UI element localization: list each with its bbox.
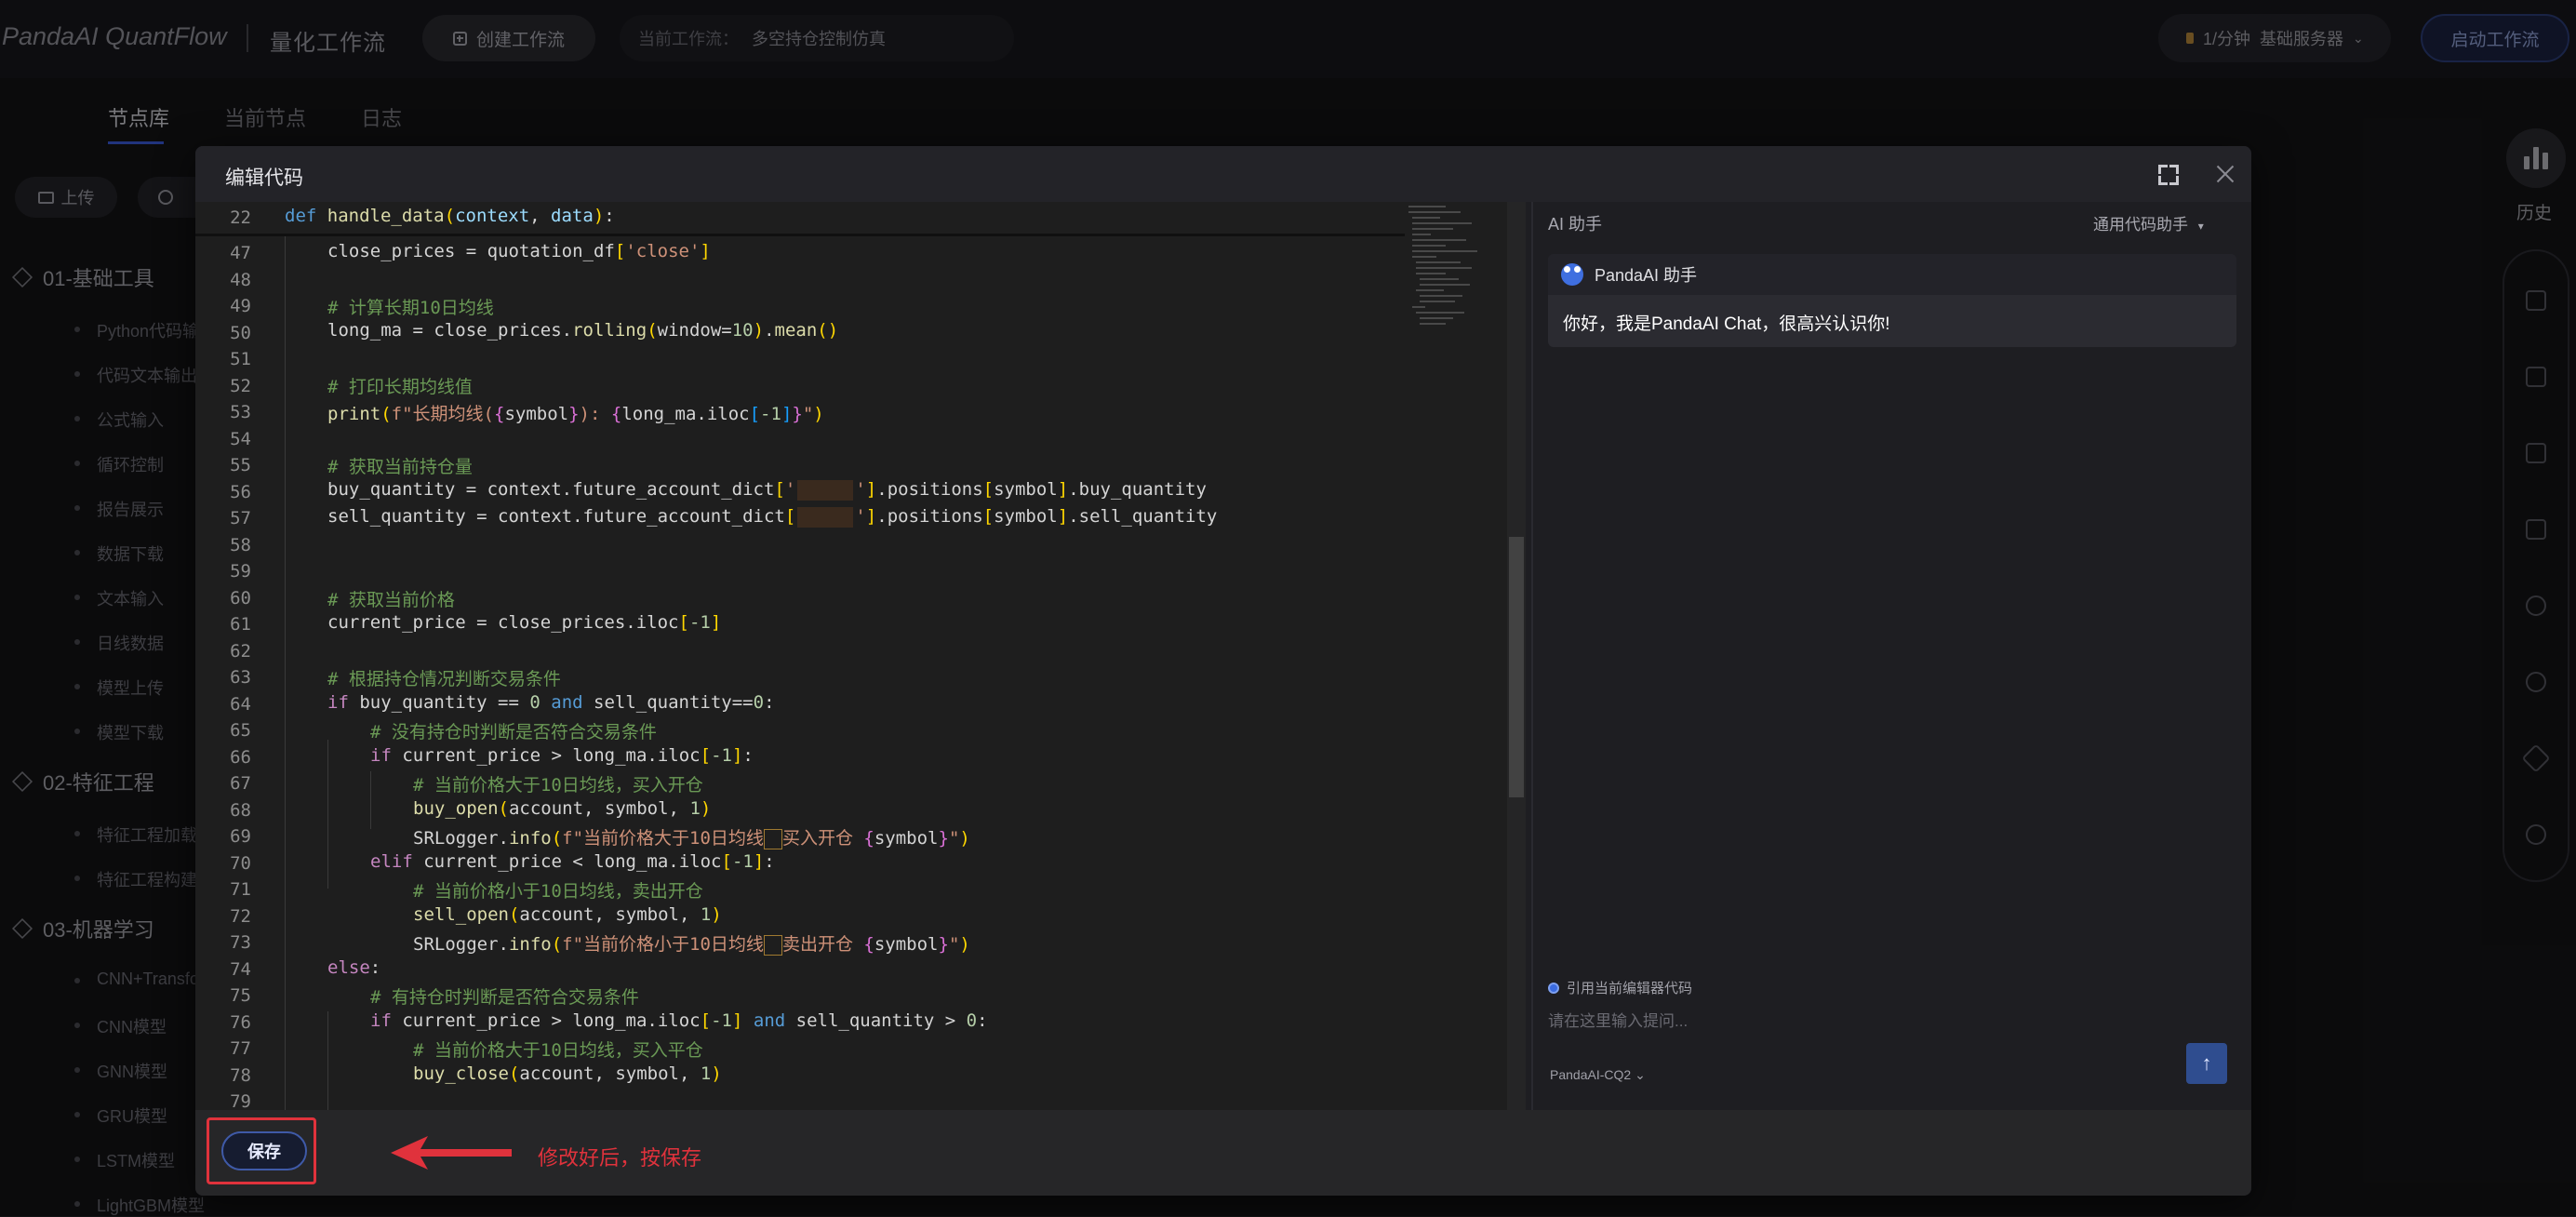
code-line: long_ma = close_prices.rolling(window=10… — [327, 320, 839, 341]
line-number: 22 — [230, 207, 251, 228]
cite-editor-code-label: 引用当前编辑器代码 — [1567, 981, 1693, 996]
ai-panel-title: AI 助手 — [1548, 215, 1603, 234]
line-number: 75 — [230, 985, 251, 1006]
code-line: else: — [327, 957, 381, 978]
code-line: # 当前价格小于10日均线，卖出开仓 — [413, 881, 703, 902]
chevron-down-icon: ⌄ — [1635, 1067, 1646, 1082]
code-line: # 根据持仓情况判断交易条件 — [327, 669, 561, 689]
line-number: 62 — [230, 640, 251, 662]
editor-scrollbar-thumb[interactable] — [1509, 537, 1524, 797]
code-line: # 没有持仓时判断是否符合交易条件 — [370, 722, 657, 742]
code-line: print(f"长期均线({symbol}): {long_ma.iloc[-1… — [327, 404, 824, 424]
code-minimap[interactable] — [1405, 202, 1479, 332]
line-number: 60 — [230, 587, 251, 608]
line-number: 51 — [230, 349, 251, 369]
modal-footer: 保存 修改好后，按保存 — [195, 1110, 2251, 1196]
code-line: buy_quantity = context.future_account_di… — [327, 479, 1207, 501]
line-number: 76 — [230, 1011, 251, 1033]
line-number: 55 — [230, 455, 251, 475]
code-line: buy_close(account, symbol, 1) — [413, 1063, 722, 1084]
panel-divider — [1531, 202, 1533, 1110]
line-number: 48 — [230, 269, 251, 290]
line-number: 72 — [230, 905, 251, 927]
code-line: sell_quantity = context.future_account_d… — [327, 506, 1218, 528]
code-line: if current_price > long_ma.iloc[-1] and … — [370, 1010, 988, 1031]
line-number: 63 — [230, 667, 251, 688]
line-number: 78 — [230, 1064, 251, 1086]
ai-assistant-panel: AI 助手 通用代码助手 ▾ PandaAI 助手 你好，我是PandaAI C… — [1535, 202, 2251, 1110]
line-number: 57 — [230, 508, 251, 528]
code-line: SRLogger.info(f"当前价格小于10日均线 卖出开仓 {symbol}… — [413, 934, 970, 956]
code-editor[interactable]: 22 def handle_data(context, data): 47 48 4… — [195, 202, 1526, 1110]
line-number: 74 — [230, 958, 251, 980]
assistant-mode-select[interactable]: 通用代码助手 ▾ — [2093, 211, 2204, 234]
line-number: 70 — [230, 852, 251, 874]
assistant-mode-value: 通用代码助手 — [2093, 216, 2188, 234]
arrow-left-icon — [391, 1136, 512, 1170]
code-line: sell_open(account, symbol, 1) — [413, 904, 722, 925]
chat-message-header: PandaAI 助手 — [1548, 254, 2236, 295]
code-line: if current_price > long_ma.iloc[-1]: — [370, 745, 754, 766]
code-line: def handle_data(context, data): — [285, 206, 615, 226]
model-select[interactable]: PandaAI-CQ2 ⌄ — [1550, 1067, 1646, 1083]
line-number: 47 — [230, 243, 251, 263]
code-line: close_prices = quotation_df['close'] — [327, 241, 711, 261]
line-number: 59 — [230, 561, 251, 582]
code-line: if buy_quantity == 0 and sell_quantity==… — [327, 692, 775, 713]
code-line: buy_open(account, symbol, 1) — [413, 798, 712, 819]
line-number: 69 — [230, 826, 251, 847]
cite-editor-code-option[interactable]: 引用当前编辑器代码 — [1548, 978, 1692, 997]
code-line: # 获取当前持仓量 — [327, 457, 473, 477]
arrow-up-icon: ↑ — [2201, 1051, 2212, 1075]
line-number: 52 — [230, 375, 251, 396]
modal-header: 编辑代码 — [195, 146, 2251, 202]
close-icon[interactable] — [2214, 163, 2236, 185]
model-value: PandaAI-CQ2 — [1550, 1067, 1632, 1082]
chat-message: PandaAI 助手 你好，我是PandaAI Chat，很高兴认识你! — [1548, 254, 2236, 347]
code-line: SRLogger.info(f"当前价格大于10日均线 买入开仓 {symbol}… — [413, 828, 970, 849]
line-number: 77 — [230, 1038, 251, 1059]
send-button[interactable]: ↑ — [2186, 1043, 2227, 1084]
chat-message-text: 你好，我是PandaAI Chat，很高兴认识你! — [1563, 314, 1890, 334]
line-number: 65 — [230, 720, 251, 741]
fullscreen-icon[interactable] — [2158, 165, 2179, 185]
code-line: # 获取当前价格 — [327, 590, 455, 610]
code-line: # 打印长期均线值 — [327, 377, 473, 397]
panda-avatar-icon — [1561, 263, 1583, 286]
code-line: elif current_price < long_ma.iloc[-1]: — [370, 851, 775, 872]
line-number: 67 — [230, 773, 251, 794]
sticky-scroll-header: 22 def handle_data(context, data): — [195, 202, 1405, 236]
code-line: # 当前价格大于10日均线，买入开仓 — [413, 775, 703, 796]
code-line: current_price = close_prices.iloc[-1] — [327, 612, 722, 633]
code-line: # 计算长期10日均线 — [327, 298, 494, 318]
line-number: 79 — [230, 1091, 251, 1110]
line-number: 66 — [230, 746, 251, 768]
checkbox-checked-icon[interactable] — [1548, 982, 1559, 994]
line-number: 73 — [230, 932, 251, 953]
line-number: 58 — [230, 534, 251, 555]
line-number: 68 — [230, 799, 251, 821]
line-number: 56 — [230, 481, 251, 502]
modal-title: 编辑代码 — [225, 167, 303, 189]
code-line: # 当前价格大于10日均线，买入平仓 — [413, 1040, 703, 1061]
line-number: 53 — [230, 402, 251, 422]
line-number: 54 — [230, 428, 251, 449]
line-number: 61 — [230, 614, 251, 635]
annotation-text: 修改好后，按保存 — [538, 1146, 702, 1170]
line-number: 50 — [230, 322, 251, 343]
line-number: 64 — [230, 693, 251, 715]
save-button[interactable]: 保存 — [221, 1131, 307, 1170]
line-number: 49 — [230, 296, 251, 316]
code-line: # 有持仓时判断是否符合交易条件 — [370, 987, 639, 1008]
line-number: 71 — [230, 879, 251, 900]
chevron-down-icon: ▾ — [2197, 220, 2204, 233]
edit-code-modal: 编辑代码 22 def handle_data(context, data): … — [195, 146, 2251, 1196]
bot-name: PandaAI 助手 — [1595, 266, 1698, 285]
question-input[interactable]: 请在这里输入提问... — [1548, 1008, 2236, 1031]
